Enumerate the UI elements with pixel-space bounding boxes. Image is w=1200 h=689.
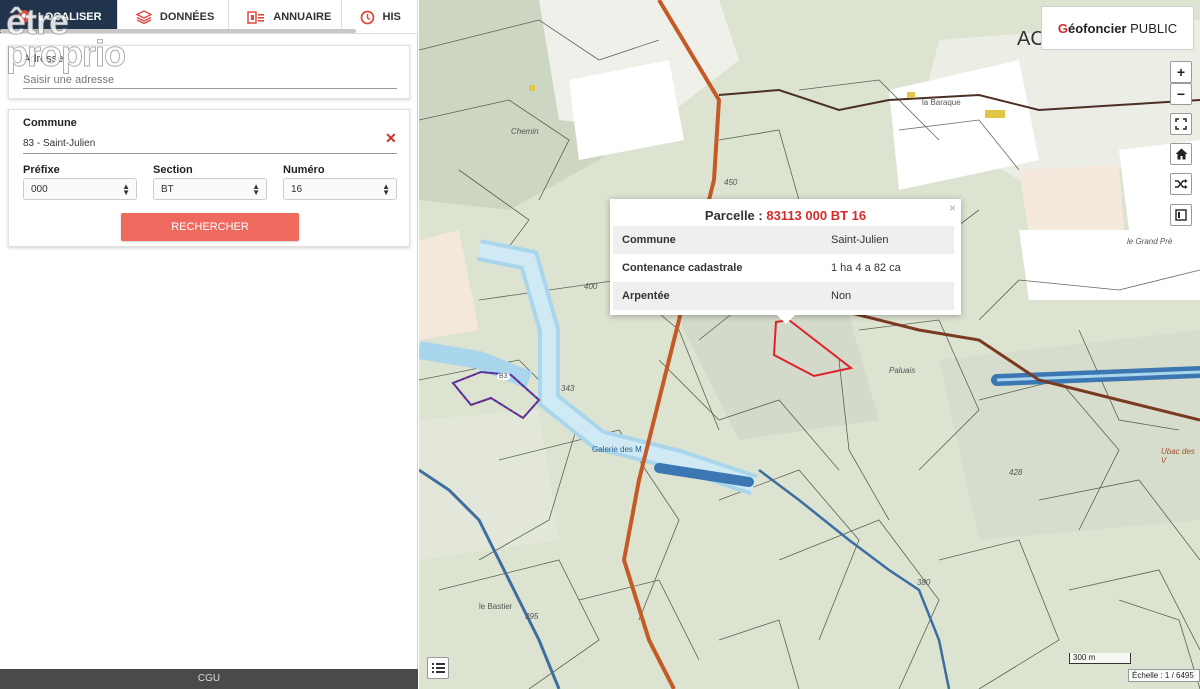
numero-label: Numéro: [283, 164, 325, 176]
address-input[interactable]: [23, 71, 397, 89]
map-label-alt-450: 450: [724, 178, 738, 187]
numero-select[interactable]: 16 ▲ ▼: [283, 178, 397, 200]
clear-commune-icon[interactable]: ✕: [385, 130, 397, 147]
popup-row-value: 1 ha 4 a 82 ca: [831, 262, 901, 274]
map-label-road-number: B3: [497, 373, 510, 380]
map-label-ubac: Ubac des V: [1161, 447, 1195, 465]
select-arrows-icon: ▲ ▼: [252, 182, 260, 197]
directory-icon: [247, 10, 265, 24]
popup-row-value: Non: [831, 290, 852, 302]
prefixe-label: Préfixe: [23, 164, 60, 176]
home-button[interactable]: [1170, 143, 1192, 165]
popup-row-key: Commune: [622, 234, 676, 246]
shuffle-icon: [1174, 179, 1187, 189]
commune-label: Commune: [23, 117, 77, 129]
map-label-la-baraque: la Baraque: [922, 98, 961, 107]
section-select[interactable]: BT ▲ ▼: [153, 178, 267, 200]
footer-cgu-link[interactable]: CGU: [0, 669, 418, 689]
layer-switcher-button[interactable]: [1170, 204, 1192, 226]
shuffle-button[interactable]: [1170, 173, 1192, 195]
popup-row: Contenance cadastrale 1 ha 4 a 82 ca: [613, 254, 954, 282]
app-window: LOCALISER DONNÉES ANNUAIRE HIS Adresse C…: [0, 0, 1200, 689]
commune-field[interactable]: 83 - Saint-Julien: [23, 136, 397, 154]
numero-value: 16: [291, 184, 303, 195]
select-arrows-icon: ▲ ▼: [382, 182, 390, 197]
search-button[interactable]: RECHERCHER: [121, 213, 299, 241]
popup-title: Parcelle : 83113 000 BT 16: [610, 208, 961, 223]
map-label-chemin: Chemin: [511, 127, 539, 136]
map-label-alt-380: 380: [917, 578, 931, 587]
zoom-in-button[interactable]: +: [1170, 61, 1192, 83]
brand-name: éofoncier: [1068, 20, 1127, 36]
scale-bar: 300 m: [1069, 653, 1131, 664]
popup-row-key: Contenance cadastrale: [622, 262, 743, 274]
list-icon: [432, 663, 445, 673]
map-label-alt-395: 395: [525, 612, 539, 621]
map-label-canal: Galerie des M: [592, 445, 642, 454]
fullscreen-icon: [1175, 118, 1187, 130]
section-label: Section: [153, 164, 193, 176]
zoom-out-button[interactable]: −: [1170, 83, 1192, 105]
address-card: Adresse: [8, 45, 410, 99]
geofoncier-logo[interactable]: Géofoncier PUBLIC: [1041, 6, 1194, 50]
parcel-popup: Parcelle : 83113 000 BT 16 × Commune Sai…: [610, 199, 961, 324]
map-label-alt-343: 343: [561, 384, 575, 393]
popup-row-key: Arpentée: [622, 290, 670, 302]
prefixe-value: 000: [31, 184, 48, 195]
popup-row: Arpentée Non: [613, 282, 954, 310]
scale-ratio: Échelle : 1 / 6495: [1128, 669, 1200, 682]
tab-donnees-label: DONNÉES: [159, 11, 215, 23]
tab-historique-label: HIS: [382, 11, 401, 23]
tab-annuaire-label: ANNUAIRE: [273, 11, 332, 23]
brand-initial: G: [1057, 20, 1068, 36]
brand-suffix: PUBLIC: [1130, 20, 1178, 36]
popup-close-button[interactable]: ×: [949, 201, 956, 215]
map-label-alt-400: 400: [584, 282, 598, 291]
layers-icon: [135, 10, 152, 24]
parcel-search-card: Commune 83 - Saint-Julien ✕ Préfixe Sect…: [8, 109, 410, 247]
fullscreen-button[interactable]: [1170, 113, 1192, 135]
section-value: BT: [161, 184, 174, 195]
location-pin-icon: [18, 10, 30, 24]
map-label-grand-pre: le Grand Pré: [1127, 237, 1173, 246]
search-panel: LOCALISER DONNÉES ANNUAIRE HIS Adresse C…: [0, 0, 418, 689]
select-arrows-icon: ▲ ▼: [122, 182, 130, 197]
parcel-reference: 83113 000 BT 16: [766, 208, 867, 223]
map-label-le-bastier: le Bastier: [479, 602, 513, 611]
map-view[interactable]: AC la Baraque Chemin 450 400 343 Galerie…: [419, 0, 1200, 689]
clock-history-icon: [360, 10, 374, 24]
map-base: [419, 0, 1200, 689]
prefixe-select[interactable]: 000 ▲ ▼: [23, 178, 137, 200]
book-icon: [1175, 209, 1187, 221]
legend-button[interactable]: [427, 657, 449, 679]
home-icon: [1175, 148, 1187, 160]
map-label-alt-428: 428: [1009, 468, 1023, 477]
tab-localiser-label: LOCALISER: [38, 11, 102, 23]
tab-bar: LOCALISER DONNÉES ANNUAIRE HIS: [0, 0, 418, 34]
popup-title-prefix: Parcelle :: [704, 208, 767, 223]
tabs-scrollbar[interactable]: [0, 29, 356, 33]
popup-row-value: Saint-Julien: [831, 234, 889, 246]
address-label: Adresse: [23, 53, 64, 65]
popup-row: Commune Saint-Julien: [613, 226, 954, 254]
map-label-paluais: Paluais: [889, 366, 916, 375]
